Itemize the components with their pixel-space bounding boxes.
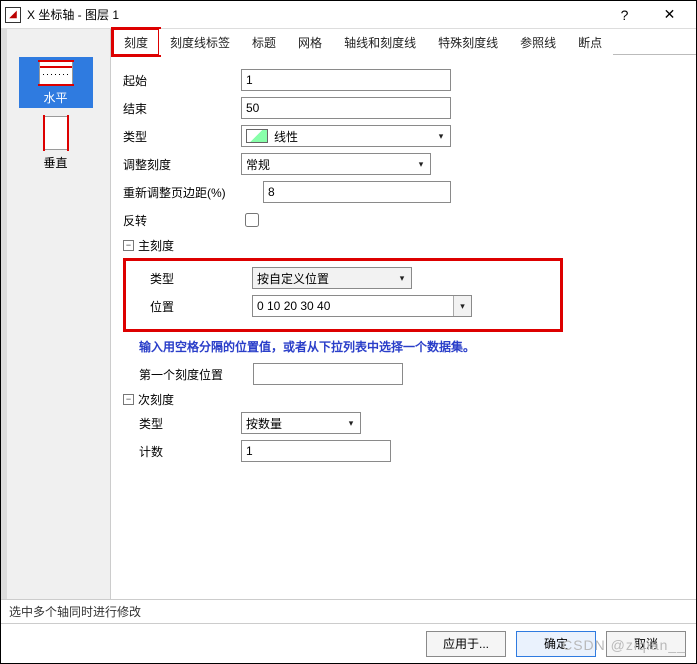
label-reverse: 反转 xyxy=(123,212,241,229)
select-value: 按自定义位置 xyxy=(257,270,329,287)
input-minor-count[interactable] xyxy=(241,440,391,462)
apply-to-button[interactable]: 应用于... xyxy=(426,631,506,657)
axis-list: 水平 垂直 xyxy=(1,29,111,599)
group-title: 次刻度 xyxy=(138,391,174,408)
tab-title[interactable]: 标题 xyxy=(241,29,287,55)
tab-label: 断点 xyxy=(578,36,602,50)
window-title: X 坐标轴 - 图层 1 xyxy=(27,6,119,23)
select-scale-type[interactable]: 线性 ▾ xyxy=(241,125,451,147)
input-start[interactable] xyxy=(241,69,451,91)
close-button[interactable]: ✕ xyxy=(647,1,692,29)
collapse-icon: − xyxy=(123,394,134,405)
label-start: 起始 xyxy=(123,72,241,89)
label-rescale: 调整刻度 xyxy=(123,156,241,173)
group-title: 主刻度 xyxy=(138,237,174,254)
help-icon: ? xyxy=(621,7,629,23)
tab-reference[interactable]: 参照线 xyxy=(509,29,567,55)
chevron-down-icon: ▾ xyxy=(412,154,430,174)
select-value: 常规 xyxy=(246,156,270,173)
sidebar-item-vertical[interactable]: 垂直 xyxy=(19,112,93,173)
tab-label: 刻度线标签 xyxy=(170,36,230,50)
help-button[interactable]: ? xyxy=(602,1,647,29)
app-icon: ◢ xyxy=(5,7,21,23)
label-minor-count: 计数 xyxy=(123,443,241,460)
checkbox-reverse[interactable] xyxy=(245,213,259,227)
sidebar-item-label: 垂直 xyxy=(19,154,93,171)
tab-breaks[interactable]: 断点 xyxy=(567,29,613,55)
linear-preview-icon xyxy=(246,129,268,143)
highlight-major-settings: 类型 按自定义位置 ▾ 位置 ▾ xyxy=(123,258,563,332)
footer-hint: 选中多个轴同时进行修改 xyxy=(9,603,141,620)
tab-special-ticks[interactable]: 特殊刻度线 xyxy=(427,29,509,55)
select-value: 线性 xyxy=(274,128,298,145)
axis-thumb-vertical xyxy=(44,116,68,150)
label-major-type: 类型 xyxy=(134,270,252,287)
group-major-ticks-header[interactable]: − 主刻度 xyxy=(123,237,684,254)
input-major-position[interactable] xyxy=(252,295,472,317)
ok-button[interactable]: 确定 xyxy=(516,631,596,657)
select-rescale[interactable]: 常规 ▾ xyxy=(241,153,431,175)
cancel-button[interactable]: 取消 xyxy=(606,631,686,657)
tab-line-ticks[interactable]: 轴线和刻度线 xyxy=(333,29,427,55)
sidebar-item-label: 水平 xyxy=(19,89,93,106)
tab-label: 标题 xyxy=(252,36,276,50)
tab-grids[interactable]: 网格 xyxy=(287,29,333,55)
tab-scale[interactable]: 刻度 xyxy=(113,29,159,55)
input-first-tick[interactable] xyxy=(253,363,403,385)
tab-label: 轴线和刻度线 xyxy=(344,36,416,50)
chevron-down-icon: ▾ xyxy=(342,413,360,433)
chevron-down-icon: ▾ xyxy=(393,268,411,288)
select-major-type[interactable]: 按自定义位置 ▾ xyxy=(252,267,412,289)
label-major-position: 位置 xyxy=(134,298,252,315)
button-label: 应用于... xyxy=(443,635,489,652)
label-minor-type: 类型 xyxy=(123,415,241,432)
label-end: 结束 xyxy=(123,100,241,117)
tab-label: 刻度 xyxy=(124,36,148,50)
button-label: 取消 xyxy=(634,635,658,652)
button-label: 确定 xyxy=(544,635,568,652)
input-rescale-margin[interactable] xyxy=(263,181,451,203)
label-first-tick: 第一个刻度位置 xyxy=(123,366,253,383)
label-rescale-margin: 重新调整页边距(%) xyxy=(123,184,263,201)
label-type: 类型 xyxy=(123,128,241,145)
close-icon: ✕ xyxy=(664,6,676,23)
combo-major-position[interactable]: ▾ xyxy=(252,295,472,317)
hint-major-position: 输入用空格分隔的位置值，或者从下拉列表中选择一个数据集。 xyxy=(139,338,684,355)
tab-label: 参照线 xyxy=(520,36,556,50)
sidebar-item-horizontal[interactable]: 水平 xyxy=(19,57,93,108)
axis-thumb-horizontal xyxy=(39,61,73,85)
tab-label: 特殊刻度线 xyxy=(438,36,498,50)
chevron-down-icon: ▾ xyxy=(432,126,450,146)
group-minor-ticks-header[interactable]: − 次刻度 xyxy=(123,391,684,408)
tab-tick-labels[interactable]: 刻度线标签 xyxy=(159,29,241,55)
tab-label: 网格 xyxy=(298,36,322,50)
input-end[interactable] xyxy=(241,97,451,119)
tab-bar: 刻度 刻度线标签 标题 网格 轴线和刻度线 特殊刻度线 参照线 断点 xyxy=(111,29,696,55)
select-minor-type[interactable]: 按数量 ▾ xyxy=(241,412,361,434)
chevron-down-icon[interactable]: ▾ xyxy=(453,296,471,316)
collapse-icon: − xyxy=(123,240,134,251)
select-value: 按数量 xyxy=(246,415,282,432)
